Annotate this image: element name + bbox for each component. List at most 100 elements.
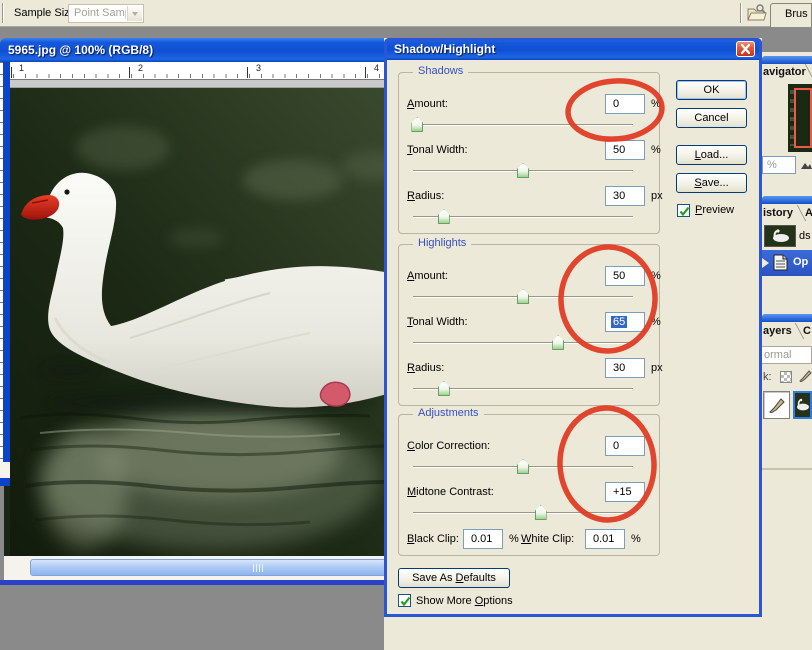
- midtone-contrast-label: Midtone Contrast:: [407, 486, 494, 498]
- highlights-amount-slider[interactable]: [413, 289, 633, 305]
- color-correction-slider[interactable]: [413, 459, 633, 475]
- shadows-radius-input[interactable]: 30: [605, 186, 645, 206]
- show-more-options-checkbox[interactable]: [398, 594, 411, 607]
- highlights-legend: Highlights: [413, 237, 471, 249]
- zoom-out-icon[interactable]: [801, 160, 812, 171]
- shadows-group: Shadows Amount: 0 % Tonal Width: 50 % Ra…: [398, 72, 660, 234]
- slider-track[interactable]: [413, 342, 633, 344]
- save-button[interactable]: Save...: [676, 173, 747, 193]
- shadows-tonal-width-label: Tonal Width:: [407, 144, 468, 156]
- layer-edit-indicator: [763, 391, 790, 419]
- slider-track[interactable]: [413, 512, 633, 514]
- highlights-amount-input[interactable]: 50: [605, 266, 645, 286]
- load-button[interactable]: Load...: [676, 145, 747, 165]
- dialog-titlebar[interactable]: Shadow/Highlight: [384, 38, 762, 60]
- lock-label: k:: [763, 371, 772, 383]
- slider-thumb[interactable]: [411, 117, 423, 132]
- layer-thumbnail-selected[interactable]: [793, 391, 812, 419]
- lock-transparency-icon[interactable]: [780, 371, 792, 383]
- toolbar-separator: [740, 3, 742, 23]
- ruler-mark: 3: [256, 63, 261, 73]
- close-icon[interactable]: [736, 41, 755, 57]
- background-window-corner: [0, 462, 10, 478]
- history-item-label: Op: [793, 256, 808, 268]
- slider-thumb[interactable]: [517, 163, 529, 178]
- blend-mode-select[interactable]: ormal: [760, 346, 812, 364]
- history-snapshot-label: ds: [799, 230, 811, 242]
- tab-actions[interactable]: A: [805, 207, 812, 219]
- history-item-snapshot[interactable]: ds: [762, 224, 812, 250]
- show-more-options-label: Show More Options: [416, 595, 513, 607]
- horizontal-scrollbar[interactable]: [4, 556, 392, 580]
- shadows-tonal-width-unit: %: [651, 144, 661, 156]
- shadows-amount-input[interactable]: 0: [605, 94, 645, 114]
- sample-size-select[interactable]: Point Sample: [68, 4, 144, 23]
- history-source-marker[interactable]: [762, 258, 769, 268]
- dialog-title: Shadow/Highlight: [394, 42, 495, 56]
- window-bottom-border: [0, 580, 392, 585]
- highlights-radius-label: Radius:: [407, 362, 444, 374]
- photoshop-workspace: Sample Size: Point Sample Brus 5965.jpg …: [0, 0, 812, 650]
- slider-thumb[interactable]: [517, 289, 529, 304]
- ok-button[interactable]: OK: [676, 80, 747, 100]
- cancel-button[interactable]: Cancel: [676, 108, 747, 128]
- slider-thumb[interactable]: [438, 381, 450, 396]
- save-as-defaults-button[interactable]: Save As Defaults: [398, 568, 510, 588]
- black-clip-input[interactable]: 0.01: [463, 529, 503, 549]
- navigator-view-rect[interactable]: [794, 88, 812, 148]
- midtone-contrast-slider[interactable]: [413, 505, 633, 521]
- white-clip-label: White Clip:: [521, 533, 574, 545]
- slider-thumb[interactable]: [438, 209, 450, 224]
- shadows-tonal-width-input[interactable]: 50: [605, 140, 645, 160]
- check-icon: [678, 205, 691, 218]
- shadows-amount-unit: %: [651, 98, 661, 110]
- highlights-tonal-width-slider[interactable]: [413, 335, 633, 351]
- shadows-radius-slider[interactable]: [413, 209, 633, 225]
- color-correction-label: Color Correction:: [407, 440, 490, 452]
- navigator-zoom-field[interactable]: %: [762, 156, 796, 174]
- tab-channels[interactable]: C: [803, 325, 811, 337]
- slider-thumb[interactable]: [552, 335, 564, 350]
- history-item-open-selected[interactable]: Op: [762, 250, 812, 276]
- slider-thumb[interactable]: [535, 505, 547, 520]
- lock-paint-brush-icon[interactable]: [799, 369, 812, 382]
- preview-checkbox[interactable]: [677, 204, 690, 217]
- highlights-radius-slider[interactable]: [413, 381, 633, 397]
- tab-history[interactable]: istory: [763, 207, 793, 219]
- shadows-amount-slider[interactable]: [413, 117, 633, 133]
- shadows-radius-label: Radius:: [407, 190, 444, 202]
- bottom-right-background: [384, 614, 812, 650]
- preview-label: Preview: [695, 204, 734, 216]
- color-correction-input[interactable]: 0: [605, 436, 645, 456]
- swan-photo-canvas[interactable]: [10, 88, 390, 556]
- history-palette-titlebar[interactable]: [762, 196, 812, 204]
- highlights-radius-unit: px: [651, 362, 663, 374]
- brush-icon: [769, 397, 785, 413]
- adjustments-legend: Adjustments: [413, 407, 484, 419]
- shadows-tonal-width-slider[interactable]: [413, 163, 633, 179]
- highlights-tonal-width-unit: %: [651, 316, 661, 328]
- shadows-radius-unit: px: [651, 190, 663, 202]
- highlights-tonal-width-input[interactable]: 65: [605, 312, 645, 332]
- sample-size-value: Point Sample: [74, 7, 126, 19]
- window-title: 5965.jpg @ 100% (RGB/8): [8, 43, 153, 57]
- slider-thumb[interactable]: [517, 459, 529, 474]
- file-browser-icon[interactable]: [746, 3, 767, 24]
- navigator-thumbnail[interactable]: [788, 84, 812, 152]
- layers-palette-titlebar[interactable]: [762, 314, 812, 322]
- scrollbar-thumb[interactable]: [30, 559, 390, 576]
- highlights-radius-input[interactable]: 30: [605, 358, 645, 378]
- navigator-palette-titlebar[interactable]: [762, 56, 812, 64]
- ruler-mark: 1: [19, 63, 24, 73]
- navigator-zoom-value: %: [767, 159, 777, 171]
- highlights-amount-label: Amount:: [407, 270, 448, 282]
- white-clip-unit: %: [631, 533, 641, 545]
- brushes-palette-tab[interactable]: Brus: [770, 3, 812, 27]
- black-clip-unit: %: [509, 533, 519, 545]
- slider-track[interactable]: [413, 124, 633, 126]
- chevron-down-icon[interactable]: [127, 6, 142, 21]
- midtone-contrast-input[interactable]: +15: [605, 482, 645, 502]
- window-titlebar[interactable]: 5965.jpg @ 100% (RGB/8): [0, 38, 392, 62]
- white-clip-input[interactable]: 0.01: [585, 529, 625, 549]
- canvas-margin: [4, 80, 392, 88]
